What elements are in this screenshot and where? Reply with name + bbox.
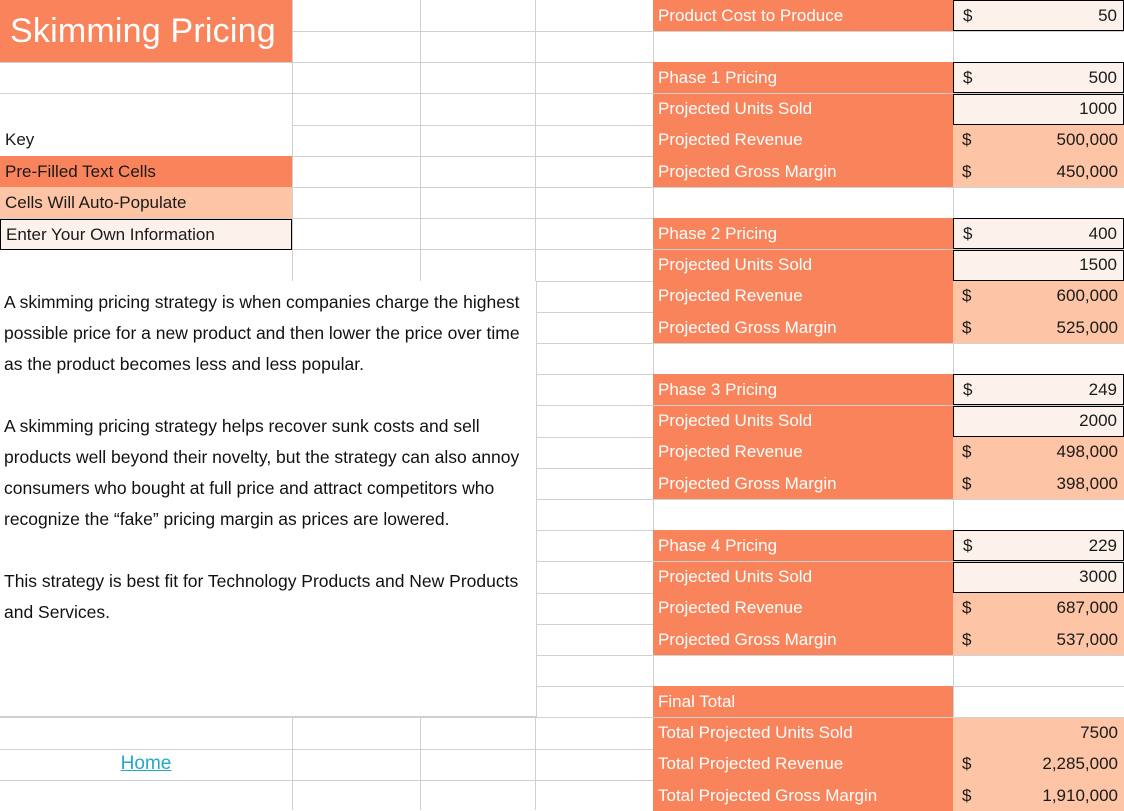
value-phase-3-price[interactable]: $249 bbox=[953, 374, 1124, 406]
value-phase-1-units-sold[interactable]: 1000 bbox=[953, 93, 1124, 125]
key-heading: Key bbox=[0, 124, 292, 155]
cell-value: 3000 bbox=[1079, 567, 1117, 587]
cell-value: 2000 bbox=[1079, 411, 1117, 431]
label-phase-2-units-sold: Projected Units Sold bbox=[653, 249, 953, 281]
label-phase-3-gross-margin: Projected Gross Margin bbox=[653, 468, 953, 499]
cell-value: 500 bbox=[1088, 67, 1117, 87]
label-phase-3-units-sold: Projected Units Sold bbox=[653, 405, 953, 437]
value-total-gross-margin: $1,910,000 bbox=[953, 780, 1124, 811]
label-phase-4-gross-margin: Projected Gross Margin bbox=[653, 624, 953, 655]
page-title: Skimming Pricing bbox=[10, 12, 276, 50]
cell-value: 7500 bbox=[1080, 723, 1118, 743]
cell-value: 50 bbox=[1098, 5, 1117, 25]
cell-value: 229 bbox=[1088, 535, 1117, 555]
label-phase-1-pricing: Phase 1 Pricing bbox=[653, 62, 953, 94]
cell-value: 1,910,000 bbox=[1042, 785, 1118, 805]
description-paragraph-1: A skimming pricing strategy is when comp… bbox=[4, 292, 520, 374]
value-total-units-sold: 7500 bbox=[953, 717, 1124, 749]
label-product-cost: Product Cost to Produce bbox=[653, 0, 953, 31]
label-phase-4-units-sold: Projected Units Sold bbox=[653, 561, 953, 593]
cell-value: 600,000 bbox=[1056, 286, 1118, 306]
cell-value: 1000 bbox=[1079, 99, 1117, 119]
value-phase-2-gross-margin: $525,000 bbox=[953, 312, 1124, 343]
currency-symbol: $ bbox=[962, 161, 972, 181]
label-phase-3-revenue: Projected Revenue bbox=[653, 436, 953, 468]
label-phase-1-gross-margin: Projected Gross Margin bbox=[653, 156, 953, 187]
value-phase-3-gross-margin: $398,000 bbox=[953, 468, 1124, 499]
currency-symbol: $ bbox=[962, 629, 972, 649]
label-phase-2-gross-margin: Projected Gross Margin bbox=[653, 312, 953, 343]
value-phase-4-gross-margin: $537,000 bbox=[953, 624, 1124, 655]
value-phase-2-revenue: $600,000 bbox=[953, 280, 1124, 312]
value-product-cost[interactable]: $50 bbox=[953, 0, 1124, 31]
key-autopopulate-cells: Cells Will Auto-Populate bbox=[0, 187, 292, 218]
currency-symbol: $ bbox=[963, 379, 973, 399]
currency-symbol: $ bbox=[963, 5, 973, 25]
currency-symbol: $ bbox=[962, 598, 972, 618]
value-total-revenue: $2,285,000 bbox=[953, 748, 1124, 780]
currency-symbol: $ bbox=[962, 754, 972, 774]
key-user-input-cells: Enter Your Own Information bbox=[0, 219, 292, 250]
description-paragraph-2: A skimming pricing strategy helps recove… bbox=[4, 416, 520, 529]
label-phase-4-pricing: Phase 4 Pricing bbox=[653, 530, 953, 562]
value-phase-2-price[interactable]: $400 bbox=[953, 218, 1124, 250]
label-phase-2-pricing: Phase 2 Pricing bbox=[653, 218, 953, 250]
home-link[interactable]: Home bbox=[121, 753, 172, 775]
value-phase-4-units-sold[interactable]: 3000 bbox=[953, 561, 1124, 593]
value-phase-1-gross-margin: $450,000 bbox=[953, 156, 1124, 187]
home-link-cell[interactable]: Home bbox=[0, 748, 292, 779]
currency-symbol: $ bbox=[962, 785, 972, 805]
label-phase-1-units-sold: Projected Units Sold bbox=[653, 93, 953, 125]
key-prefilled-cells: Pre-Filled Text Cells bbox=[0, 156, 292, 187]
currency-symbol: $ bbox=[963, 223, 973, 243]
currency-symbol: $ bbox=[962, 473, 972, 493]
value-phase-3-units-sold[interactable]: 2000 bbox=[953, 405, 1124, 437]
currency-symbol: $ bbox=[962, 442, 972, 462]
description-paragraph-3: This strategy is best fit for Technology… bbox=[4, 571, 519, 622]
currency-symbol: $ bbox=[963, 67, 973, 87]
cell-value: 398,000 bbox=[1056, 473, 1118, 493]
value-phase-4-price[interactable]: $229 bbox=[953, 530, 1124, 562]
label-total-revenue: Total Projected Revenue bbox=[653, 748, 953, 780]
cell-value: 498,000 bbox=[1056, 442, 1118, 462]
currency-symbol: $ bbox=[963, 535, 973, 555]
label-phase-2-revenue: Projected Revenue bbox=[653, 280, 953, 312]
currency-symbol: $ bbox=[962, 286, 972, 306]
cell-value: 2,285,000 bbox=[1042, 754, 1118, 774]
cell-value: 537,000 bbox=[1056, 629, 1118, 649]
cell-value: 400 bbox=[1088, 223, 1117, 243]
page-title-banner: Skimming Pricing bbox=[0, 0, 292, 62]
cell-value: 450,000 bbox=[1056, 161, 1118, 181]
cell-value: 500,000 bbox=[1056, 130, 1118, 150]
label-phase-4-revenue: Projected Revenue bbox=[653, 592, 953, 624]
label-total-units-sold: Total Projected Units Sold bbox=[653, 717, 953, 749]
strategy-description: A skimming pricing strategy is when comp… bbox=[0, 281, 537, 717]
value-phase-1-revenue: $500,000 bbox=[953, 124, 1124, 156]
label-phase-3-pricing: Phase 3 Pricing bbox=[653, 374, 953, 406]
value-phase-4-revenue: $687,000 bbox=[953, 592, 1124, 624]
currency-symbol: $ bbox=[962, 130, 972, 150]
cell-value: 525,000 bbox=[1056, 317, 1118, 337]
cell-value: 687,000 bbox=[1056, 598, 1118, 618]
cell-value: 249 bbox=[1088, 379, 1117, 399]
label-final-total: Final Total bbox=[653, 686, 953, 718]
value-phase-2-units-sold[interactable]: 1500 bbox=[953, 249, 1124, 281]
value-phase-3-revenue: $498,000 bbox=[953, 436, 1124, 468]
label-total-gross-margin: Total Projected Gross Margin bbox=[653, 780, 953, 811]
cell-value: 1500 bbox=[1079, 255, 1117, 275]
spreadsheet-canvas: Skimming Pricing Key Pre-Filled Text Cel… bbox=[0, 0, 1124, 811]
label-phase-1-revenue: Projected Revenue bbox=[653, 124, 953, 156]
currency-symbol: $ bbox=[962, 317, 972, 337]
value-phase-1-price[interactable]: $500 bbox=[953, 62, 1124, 94]
